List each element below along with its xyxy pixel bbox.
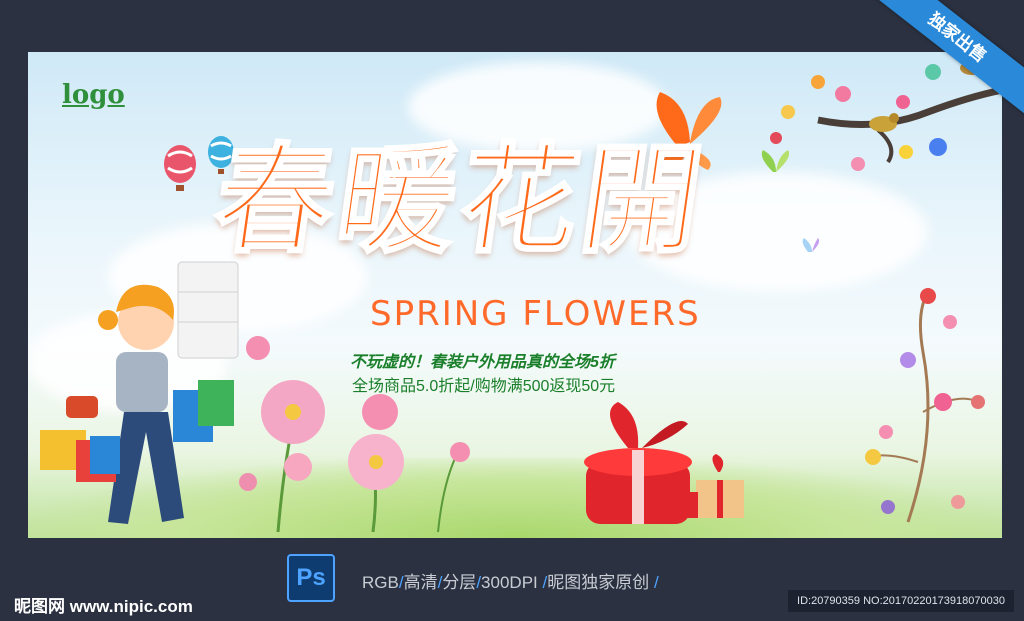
spec-rgb: RGB: [362, 573, 399, 592]
photoshop-icon: Ps: [287, 554, 335, 602]
flowering-branch: [865, 288, 985, 523]
bird-icon: [869, 113, 899, 132]
promo-slogan: 不玩虚的！春装户外用品真的全场5折: [350, 354, 615, 371]
butterfly-icon: [802, 238, 820, 252]
image-id: ID:20790359 NO:20170220173918070030: [788, 590, 1014, 612]
spec-hd: 高清: [403, 573, 438, 592]
file-specs: RGB/高清/分层/300DPI /昵图独家原创 /: [362, 573, 659, 592]
site-brand[interactable]: 昵图网 www.nipic.com: [14, 592, 193, 617]
spec-dpi: 300DPI: [481, 573, 538, 592]
logo-text[interactable]: logo: [62, 80, 125, 110]
butterfly-icon: [761, 150, 790, 172]
promo-offer: 全场商品5.0折起/购物满500返现50元: [352, 378, 616, 395]
poster-canvas: logo 春暖花開 SPRING FLOWERS 不玩虚的！春装户外用品真的全场…: [28, 52, 1002, 538]
spec-original: 昵图独家原创: [547, 573, 650, 592]
poster-subtitle: SPRING FLOWERS: [370, 294, 701, 334]
hot-air-balloon-icon: [164, 145, 196, 191]
poster-title: 春暖花開: [205, 129, 716, 271]
spec-layered: 分层: [442, 573, 477, 592]
